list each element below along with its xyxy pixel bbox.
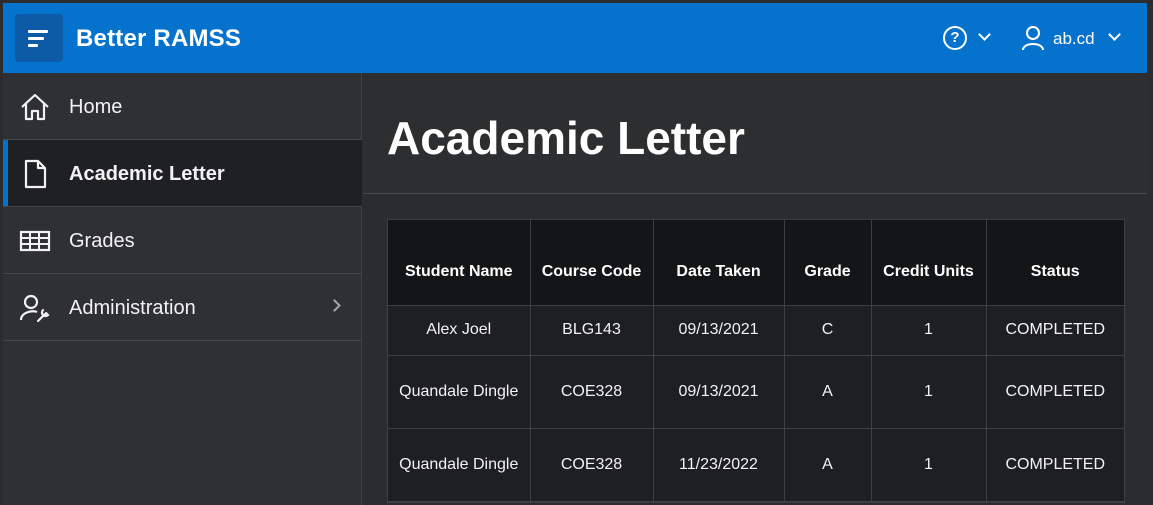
user-icon [1022, 26, 1044, 51]
table-row: Quandale Dingle COE328 11/23/2022 A 1 CO… [388, 428, 1124, 502]
top-header: Better RAMSS ? ab.cd [3, 3, 1147, 73]
hamburger-icon [28, 30, 48, 33]
user-name: ab.cd [1053, 29, 1095, 48]
content-body: Student Name Course Code Date Taken Grad… [363, 195, 1147, 505]
column-header[interactable]: Grade [784, 220, 872, 306]
sidebar-item-label: Academic Letter [69, 163, 225, 185]
user-menu-button[interactable]: ab.cd [1021, 25, 1127, 53]
table-cell: C [784, 305, 872, 356]
table-cell: 1 [871, 305, 987, 356]
sidebar-item-academic-letter[interactable]: Academic Letter [3, 140, 362, 207]
table-cell: Alex Joel [388, 305, 531, 356]
table-cell: COMPLETED [986, 428, 1124, 502]
chevron-right-icon[interactable] [328, 299, 341, 312]
table-cell: 09/13/2021 [653, 355, 785, 429]
table-cell: 09/13/2021 [653, 305, 785, 356]
help-menu-button[interactable]: ? [943, 25, 995, 53]
home-icon [21, 93, 49, 121]
table-icon [19, 230, 51, 252]
column-header[interactable]: Student Name [388, 220, 531, 306]
main-content: Academic Letter Student Name Course Code… [363, 73, 1147, 505]
table-cell: 1 [871, 355, 987, 429]
table-cell: 1 [871, 428, 987, 502]
hamburger-icon-line [28, 37, 44, 40]
column-header[interactable]: Status [986, 220, 1124, 306]
table-cell: COMPLETED [986, 355, 1124, 429]
app-window: Better RAMSS ? ab.cd Home Academic Lette… [3, 3, 1147, 505]
sidebar-item-grades[interactable]: Grades [3, 207, 362, 274]
column-header[interactable]: Credit Units [871, 220, 987, 306]
page-title: Academic Letter [387, 112, 745, 164]
column-header[interactable]: Date Taken [653, 220, 785, 306]
sidebar-item-label: Administration [69, 297, 196, 319]
table-cell: 11/23/2022 [653, 428, 785, 502]
sidebar-item-home[interactable]: Home [3, 73, 362, 140]
table-header-row: Student Name Course Code Date Taken Grad… [388, 220, 1124, 306]
table-cell: A [784, 428, 872, 502]
sidebar-item-administration[interactable]: Administration [3, 274, 362, 341]
sidebar-item-label: Home [69, 96, 123, 118]
table-cell: COMPLETED [986, 305, 1124, 356]
table-cell: Quandale Dingle [388, 428, 531, 502]
table-cell: COE328 [530, 355, 654, 429]
sidebar-nav: Home Academic Letter Grades Administrati… [3, 73, 362, 505]
academic-letter-table: Student Name Course Code Date Taken Grad… [387, 219, 1125, 503]
help-icon: ? [943, 26, 967, 50]
table-cell: A [784, 355, 872, 429]
user-wrench-icon [19, 294, 50, 323]
document-icon [24, 159, 47, 189]
table-cell: Quandale Dingle [388, 355, 531, 429]
table-cell: COE328 [530, 428, 654, 502]
app-title[interactable]: Better RAMSS [76, 25, 241, 53]
sidebar-item-label: Grades [69, 230, 135, 252]
table-row: Quandale Dingle COE328 09/13/2021 A 1 CO… [388, 355, 1124, 429]
menu-toggle-button[interactable] [15, 14, 63, 62]
column-header[interactable]: Course Code [530, 220, 654, 306]
chevron-down-icon [1108, 28, 1121, 41]
chevron-down-icon [978, 28, 991, 41]
hamburger-icon-line [28, 44, 38, 47]
page-header: Academic Letter [363, 73, 1147, 194]
table-cell: BLG143 [530, 305, 654, 356]
table-row: Alex Joel BLG143 09/13/2021 C 1 COMPLETE… [388, 305, 1124, 356]
